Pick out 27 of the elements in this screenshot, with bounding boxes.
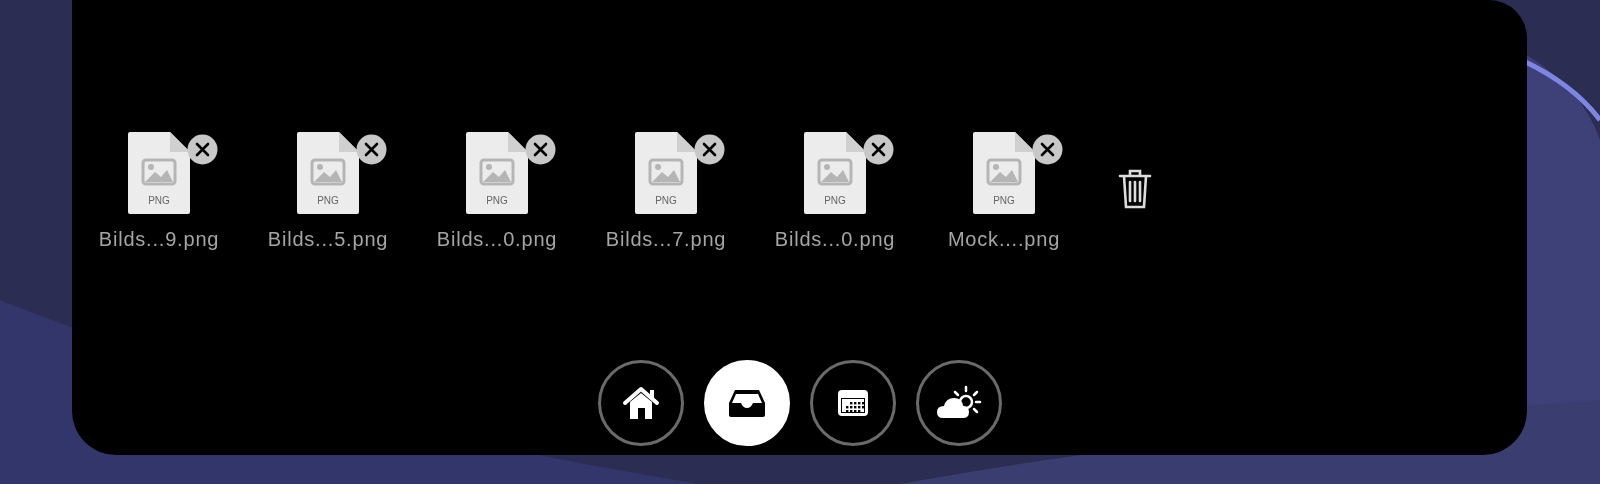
close-icon[interactable] bbox=[1032, 134, 1063, 165]
file-name: Bilds...7.png bbox=[605, 228, 727, 251]
file-type-label: PNG bbox=[485, 195, 509, 206]
file-type-label: PNG bbox=[992, 195, 1016, 206]
tray-icon bbox=[726, 387, 767, 419]
close-icon[interactable] bbox=[694, 134, 725, 165]
close-icon[interactable] bbox=[863, 134, 894, 165]
image-file-icon[interactable] bbox=[804, 132, 866, 214]
image-file-icon[interactable] bbox=[128, 132, 190, 214]
file-type-label: PNG bbox=[147, 195, 171, 206]
image-file-icon[interactable] bbox=[297, 132, 359, 214]
file-name: Bilds...5.png bbox=[267, 228, 389, 251]
home-icon bbox=[620, 385, 661, 421]
file-name: Bilds...0.png bbox=[774, 228, 896, 251]
close-icon[interactable] bbox=[525, 134, 556, 165]
file-name: Mock....png bbox=[947, 228, 1061, 251]
file-name: Bilds...0.png bbox=[436, 228, 558, 251]
file-type-label: PNG bbox=[654, 195, 678, 206]
image-file-icon[interactable] bbox=[973, 132, 1035, 214]
image-file-icon[interactable] bbox=[635, 132, 697, 214]
file-type-label: PNG bbox=[316, 195, 340, 206]
close-icon[interactable] bbox=[356, 134, 387, 165]
image-file-icon[interactable] bbox=[466, 132, 528, 214]
close-icon[interactable] bbox=[187, 134, 218, 165]
file-type-label: PNG bbox=[823, 195, 847, 206]
file-name: Bilds...9.png bbox=[98, 228, 220, 251]
trash-icon[interactable] bbox=[1118, 168, 1152, 210]
